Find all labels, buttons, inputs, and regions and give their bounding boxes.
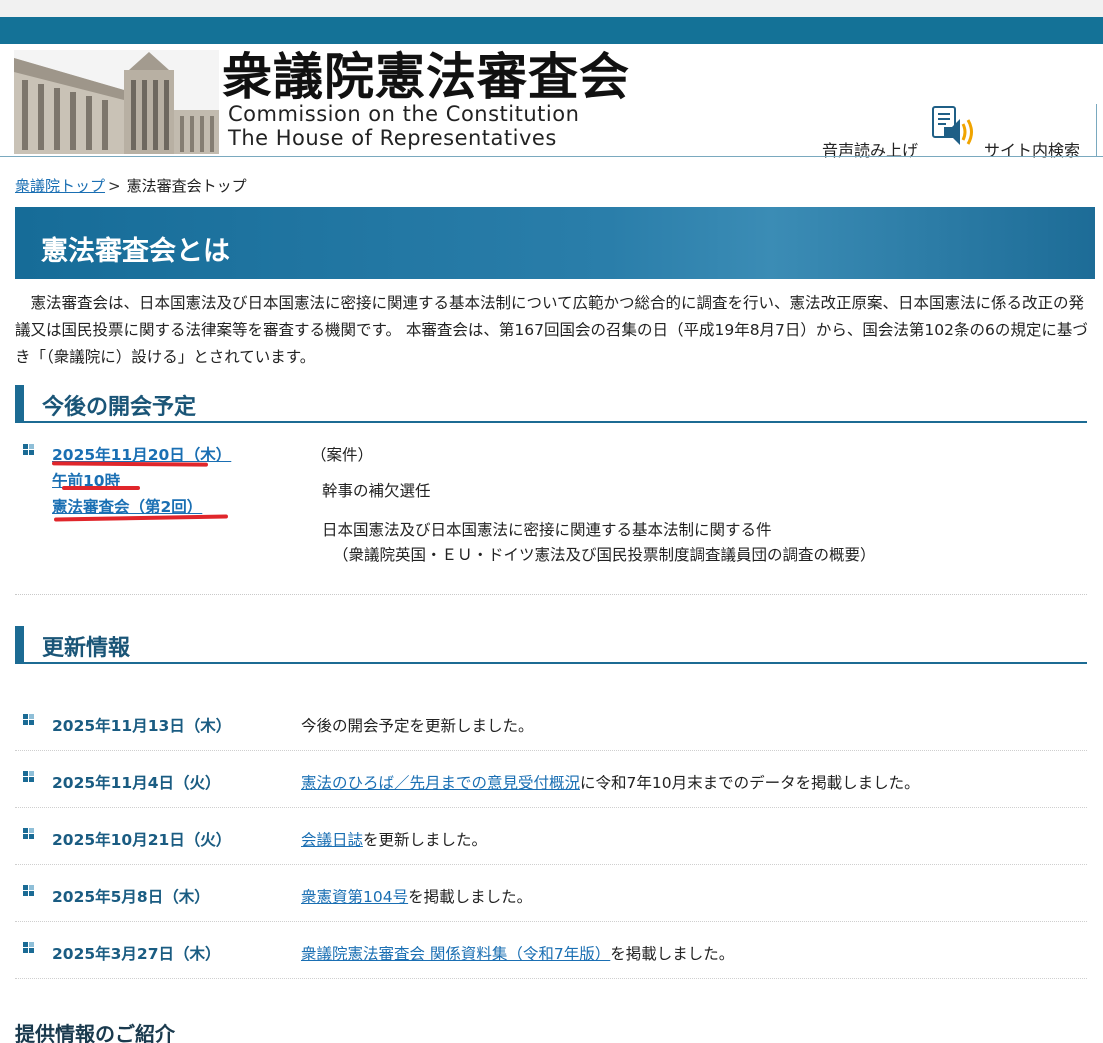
news-row: 2025年11月13日（木） 今後の開会予定を更新しました。 [15,694,1087,751]
news-text: 憲法のひろば／先月までの意見受付概況に令和7年10月末までのデータを掲載しました… [301,771,920,793]
news-date: 2025年5月8日（木） [52,888,210,906]
news-row: 2025年5月8日（木） 衆憲資第104号を掲載しました。 [15,865,1087,922]
site-title-jp: 衆議院憲法審査会 [222,47,630,106]
news-heading-text: 更新情報 [42,636,131,661]
news-text: 衆憲資第104号を掲載しました。 [301,885,532,907]
news-message: を掲載しました。 [610,945,735,963]
bullet-icon [23,885,34,896]
hero-title: 憲法審査会とは [41,236,230,267]
news-date: 2025年11月4日（火） [52,774,221,792]
news-message: に令和7年10月末までのデータを掲載しました。 [580,774,920,792]
news-date: 2025年11月13日（木） [52,717,232,735]
diet-building-image [14,50,219,154]
heading-accent-bar [15,385,24,423]
news-link[interactable]: 会議日誌 [301,831,363,849]
case-label: （案件） [311,446,374,464]
provide-info-heading: 提供情報のご紹介 [15,1022,175,1043]
news-text: 今後の開会予定を更新しました。 [301,714,534,736]
speaker-icon[interactable] [930,105,980,149]
news-text: 衆議院憲法審査会 関係資料集（令和7年版）を掲載しました。 [301,942,734,964]
case-item: 日本国憲法及び日本国憲法に密接に関連する基本法制に関する件 [322,521,772,539]
browser-top-strip [0,0,1103,17]
header-bottom-line [0,156,1103,157]
breadcrumb-home-link[interactable]: 衆議院トップ [15,177,105,195]
speech-readout-link[interactable]: 音声読み上げ [822,137,918,161]
site-search-link[interactable]: サイト内検索 [984,137,1080,161]
site-header: 衆議院憲法審査会 Commission on the Constitution … [0,44,1103,160]
bullet-icon [23,771,34,782]
news-text: 会議日誌を更新しました。 [301,828,487,850]
news-row: 2025年3月27日（木） 衆議院憲法審査会 関係資料集（令和7年版）を掲載しま… [15,922,1087,979]
bullet-icon [23,942,34,953]
site-title-en-line1: Commission on the Constitution [228,102,580,126]
news-date: 2025年10月21日（火） [52,831,232,849]
red-underline-annotation [51,461,209,467]
case-item: 幹事の補欠選任 [322,482,431,500]
news-row: 2025年11月4日（火） 憲法のひろば／先月までの意見受付概況に令和7年10月… [15,751,1087,808]
news-row: 2025年10月21日（火） 会議日誌を更新しました。 [15,808,1087,865]
header-divider [1096,104,1097,156]
schedule-heading-text: 今後の開会予定 [42,395,197,420]
schedule-session-link[interactable]: 憲法審査会（第2回） [52,495,202,517]
case-item: （衆議院英国・ＥＵ・ドイツ憲法及び国民投票制度調査議員団の調査の概要） [333,546,876,564]
bullet-icon [23,828,34,839]
bullet-icon [23,714,34,725]
news-link[interactable]: 衆議院憲法審査会 関係資料集（令和7年版） [301,945,610,963]
schedule-section-heading: 今後の開会予定 [15,385,1087,423]
red-underline-annotation [62,486,140,490]
news-section-heading: 更新情報 [15,626,1087,664]
news-link[interactable]: 衆憲資第104号 [301,888,408,906]
breadcrumb-current: 憲法審査会トップ [126,177,247,195]
hero-banner: 憲法審査会とは [15,207,1095,279]
divider [15,594,1087,595]
intro-paragraph: 憲法審査会は、日本国憲法及び日本国憲法に密接に関連する基本法制について広範かつ総… [15,294,1088,366]
news-date: 2025年3月27日（木） [52,945,221,963]
news-message: を更新しました。 [363,831,488,849]
breadcrumb-separator: > [108,177,121,195]
news-message: を掲載しました。 [408,888,533,906]
news-link[interactable]: 憲法のひろば／先月までの意見受付概況 [301,774,580,792]
news-message: 今後の開会予定を更新しました。 [301,717,534,735]
bullet-icon [23,444,34,455]
site-title-en-line2: The House of Representatives [228,126,557,150]
breadcrumb: 衆議院トップ > 憲法審査会トップ [15,175,247,196]
top-color-bar [0,17,1103,44]
heading-accent-bar [15,626,24,664]
